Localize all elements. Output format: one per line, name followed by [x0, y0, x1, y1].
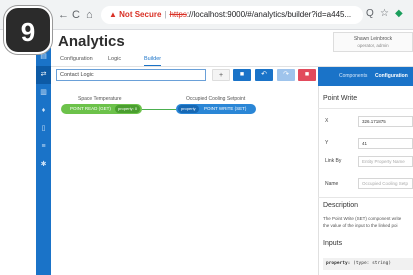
input-property-code: property: (type: string) [323, 258, 413, 270]
url-scheme: https [169, 10, 187, 19]
connection-wire[interactable] [142, 109, 176, 110]
page-title: Analytics [58, 33, 125, 50]
undo-button[interactable]: ↶ [255, 69, 273, 81]
search-icon[interactable]: Q [366, 8, 374, 19]
description-line: The Point Write (SET) component write [323, 216, 402, 221]
user-role: operator, admin [357, 43, 389, 48]
link-by-label: Link By [325, 158, 342, 164]
x-label: X [325, 118, 329, 124]
read-node-label: POINT READ (GET) [70, 106, 111, 111]
description-heading: Description [323, 202, 359, 209]
back-icon[interactable]: ← [58, 9, 69, 21]
redo-icon: ↷ [283, 71, 289, 78]
delete-button[interactable]: ■ [298, 69, 316, 81]
input-property-type: (type: string) [353, 261, 392, 266]
warning-icon: ▲ [109, 10, 117, 19]
point-read-node[interactable]: POINT READ (GET) property: 0 [61, 104, 142, 114]
star-icon[interactable]: ☆ [380, 8, 389, 19]
description-line: the value of the input to the linked poi [323, 223, 398, 228]
user-menu[interactable]: Shawn Leinbrock operator, admin [333, 32, 413, 52]
app-sidebar: ▤ ⇄ ▥ ♦ ▯ ≡ ✱ [36, 48, 51, 275]
alarm-icon[interactable]: ♦ [36, 102, 51, 120]
save-icon: ■ [239, 71, 245, 78]
write-node-title: Occupied Cooling Setpoint [186, 96, 246, 102]
save-button[interactable]: ■ [233, 69, 251, 81]
home-icon[interactable]: ⌂ [86, 9, 93, 21]
panel-divider [318, 197, 413, 198]
reload-icon[interactable]: C [72, 9, 80, 21]
read-output-port[interactable]: property: 0 [115, 105, 141, 113]
name-label: Name [325, 181, 339, 187]
redo-button[interactable]: ↷ [277, 69, 295, 81]
tab-panel-configuration[interactable]: Configuration [375, 73, 408, 79]
write-input-port[interactable]: property [178, 105, 199, 113]
tab-logic[interactable]: Logic [108, 56, 121, 65]
tab-components[interactable]: Components [339, 73, 367, 79]
analytics-icon[interactable]: ⇄ [36, 66, 51, 84]
tab-configuration[interactable]: Configuration [60, 56, 93, 65]
not-secure-label: Not Secure [119, 10, 162, 19]
write-node-label: POINT WRITE (SET) [204, 106, 247, 111]
inputs-heading: Inputs [323, 240, 343, 247]
settings-icon[interactable]: ✱ [36, 156, 51, 174]
trash-icon[interactable]: ▯ [36, 120, 51, 138]
tab-builder[interactable]: Builder [144, 56, 162, 66]
panel-heading: Point Write [323, 95, 358, 102]
name-field[interactable]: Occupied Cooling Setp [358, 178, 413, 189]
point-write-node[interactable]: property POINT WRITE (SET) [176, 104, 256, 114]
read-node-title: Space Temperature [78, 96, 122, 102]
delete-icon: ■ [304, 71, 310, 78]
panel-divider [318, 108, 413, 109]
input-property-name: property: [326, 261, 351, 266]
plus-icon: + [218, 72, 224, 79]
url-text: ://localhost:9000/#/analytics/builder?id… [186, 10, 352, 19]
extension-icon[interactable]: ◆ [395, 8, 403, 19]
browser-toolbar: ← C ⌂ ▲ Not Secure | https://localhost:900… [0, 0, 413, 30]
add-button[interactable]: + [212, 69, 230, 81]
building-icon[interactable]: ▥ [36, 84, 51, 102]
address-bar[interactable]: ▲ Not Secure | https://localhost:9000/#/an… [101, 6, 363, 24]
panel-tabs: Components Configuration [318, 67, 413, 86]
url-separator: | [164, 10, 167, 19]
list-icon[interactable]: ≡ [36, 138, 51, 156]
step-number-badge: 9 [4, 6, 52, 54]
y-field[interactable]: 41 [358, 138, 413, 149]
logic-name-input[interactable]: Contact Logic [56, 69, 206, 81]
undo-icon: ↶ [261, 71, 267, 78]
user-name: Shawn Leinbrock [353, 36, 393, 42]
link-by-field[interactable]: Entity Property Name [358, 156, 413, 167]
x-field[interactable]: 326.171875 [358, 116, 413, 127]
y-label: Y [325, 140, 329, 146]
